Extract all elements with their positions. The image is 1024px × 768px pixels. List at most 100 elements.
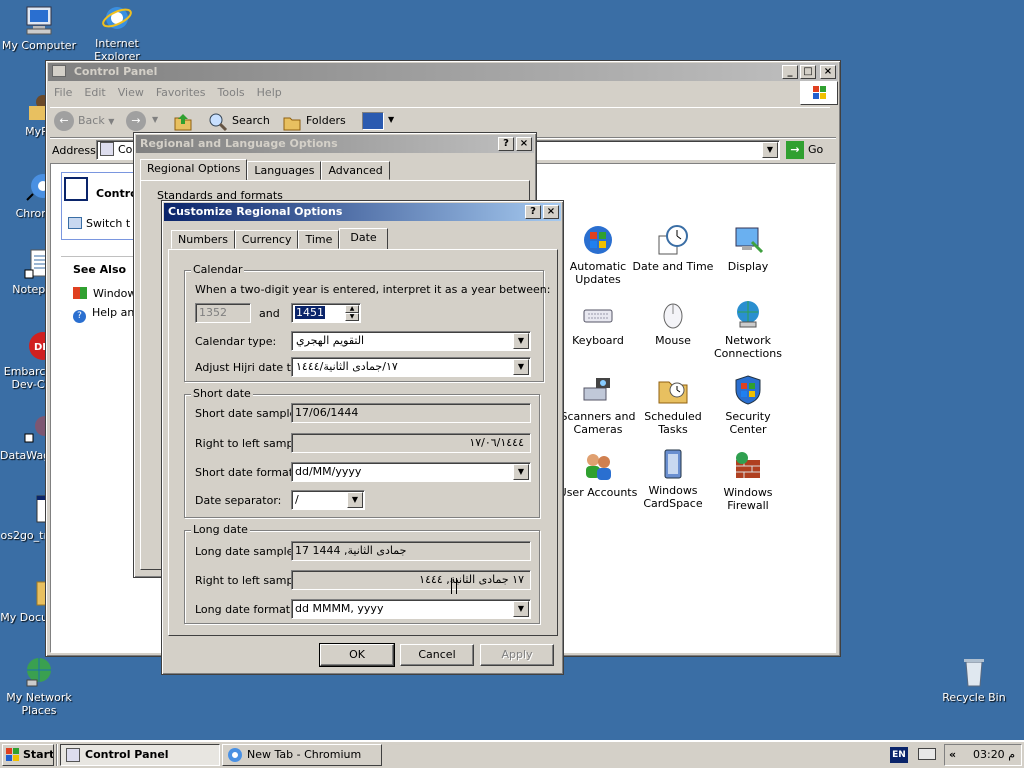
taskbar-control-panel[interactable]: Control Panel [60,744,220,766]
adjust-hijri-dropdown-arrow[interactable]: ▼ [513,359,529,375]
close-button[interactable]: × [543,205,559,219]
cardspace-icon [657,448,689,480]
search-button[interactable]: Search [206,110,270,132]
cp-item-windows-firewall[interactable]: Windows Firewall [706,450,790,512]
up-folder-icon[interactable] [172,110,194,132]
tab-advanced[interactable]: Advanced [321,161,390,180]
customize-dialog-titlebar[interactable]: Customize Regional Options ? × [164,203,561,221]
taskbar-chromium[interactable]: New Tab - Chromium [222,744,382,766]
cp-item-date-and-time[interactable]: Date and Time [631,224,715,273]
long-date-group: Long date Long date sample: 17 جمادى الث… [184,523,540,624]
cancel-button[interactable]: Cancel [400,644,474,666]
calendar-type-label: Calendar type: [195,335,277,348]
menu-tools[interactable]: Tools [212,83,251,102]
long-rtl-sample-field: ١٧ جمادى الثانية, ١٤٤٤ [291,570,531,590]
internet-explorer-icon [101,2,133,34]
windows-flag-icon [6,748,20,765]
go-button[interactable]: → Go [786,140,834,160]
long-date-group-title: Long date [191,523,250,536]
address-dropdown-arrow[interactable]: ▼ [762,142,778,158]
short-date-format-label: Short date format: [195,466,297,479]
desktop-icon-my-computer[interactable]: My Computer [0,4,78,52]
year-from-field: 1352 [195,303,251,323]
long-date-format-select[interactable]: dd MMMM, yyyy ▼ [291,599,531,619]
cp-item-scanners-and-cameras[interactable]: Scanners and Cameras [556,374,640,436]
menu-edit[interactable]: Edit [78,83,111,102]
switch-view-icon [68,217,82,229]
tab-numbers[interactable]: Numbers [171,230,235,249]
help-icon: ? [73,310,86,323]
cp-item-user-accounts[interactable]: User Accounts [556,450,640,499]
spinner-up-button[interactable]: ▲ [345,305,359,313]
views-icon [362,112,384,130]
back-arrow-icon: ← [54,111,74,131]
desktop-icon-my-network-places[interactable]: My Network Places [0,656,78,717]
help-button[interactable]: ? [525,205,541,219]
long-date-format-dropdown-arrow[interactable]: ▼ [513,601,529,617]
tab-regional-options[interactable]: Regional Options [140,159,248,180]
help-button[interactable]: ? [498,137,514,151]
minimize-button[interactable]: _ [782,65,798,79]
adjust-hijri-select[interactable]: ١٧/جمادى الثانية/١٤٤٤ ▼ [291,357,531,377]
tray-expand-chevron-icon[interactable]: « [949,745,956,765]
desktop-icon-label: My Network Places [6,691,72,717]
cp-item-mouse[interactable]: Mouse [631,298,715,347]
tab-languages[interactable]: Languages [247,161,322,180]
see-also-link-windows-update[interactable]: Window [73,287,136,300]
short-date-format-select[interactable]: dd/MM/yyyy ▼ [291,462,531,482]
desktop-icon-recycle-bin[interactable]: Recycle Bin [935,656,1013,704]
calendar-type-select[interactable]: التقويم الهجري ▼ [291,331,531,351]
regional-dialog-title: Regional and Language Options [140,137,338,150]
forward-button[interactable]: → ▼ [126,110,166,132]
regional-dialog-titlebar[interactable]: Regional and Language Options ? × [136,135,534,153]
maximize-button[interactable]: □ [800,65,816,79]
control-panel-small-icon [66,748,80,762]
year-to-spinner[interactable]: 1451 ▲ ▼ [291,303,361,323]
close-button[interactable]: × [516,137,532,151]
cp-item-scheduled-tasks[interactable]: Scheduled Tasks [631,374,715,436]
calendar-type-dropdown-arrow[interactable]: ▼ [513,333,529,349]
menu-help[interactable]: Help [251,83,288,102]
menu-bar: File Edit View Favorites Tools Help [48,83,838,102]
folders-button[interactable]: Folders [280,110,346,132]
adjust-hijri-label: Adjust Hijri date to: [195,361,302,374]
tab-currency[interactable]: Currency [234,230,299,249]
start-button[interactable]: Start [2,744,54,766]
two-digit-year-label: When a two-digit year is entered, interp… [195,283,551,296]
back-button[interactable]: ← Back ▼ [52,110,120,132]
menu-favorites[interactable]: Favorites [150,83,212,102]
customize-regional-dialog: Customize Regional Options ? × Numbers C… [161,200,564,675]
taskbar: Start Control Panel New Tab - Chromium E… [0,740,1024,768]
cp-item-network-connections[interactable]: Network Connections [706,298,790,360]
cp-item-display[interactable]: Display [706,224,790,273]
apply-button[interactable]: Apply [480,644,554,666]
desktop-icon-internet-explorer[interactable]: Internet Explorer [78,2,156,62]
address-label: Address [52,144,96,157]
long-date-sample-field: 17 جمادى الثانية, 1444 [291,541,531,561]
short-date-format-dropdown-arrow[interactable]: ▼ [513,464,529,480]
cp-item-automatic-updates[interactable]: Automatic Updates [556,224,640,286]
date-separator-select[interactable]: / ▼ [291,490,365,510]
views-button[interactable]: ▼ [362,110,396,132]
scheduled-tasks-icon [657,374,689,406]
sidebar-switch-link[interactable]: Switch t [68,217,130,230]
control-panel-title: Control Panel [73,65,158,78]
text-cursor-icon [451,578,457,594]
mouse-icon [657,298,689,330]
cp-item-keyboard[interactable]: Keyboard [556,298,640,347]
language-indicator[interactable]: EN [890,747,908,763]
close-button[interactable]: × [820,65,836,79]
menu-file[interactable]: File [48,83,78,102]
keyboard-tray-icon[interactable] [918,748,936,760]
scanner-camera-icon [582,374,614,406]
cp-item-security-center[interactable]: Security Center [706,374,790,436]
tab-date[interactable]: Date [339,228,388,249]
see-also-link-help[interactable]: ? Help an [73,306,134,323]
ok-button[interactable]: OK [319,643,395,667]
spinner-down-button[interactable]: ▼ [345,313,359,321]
tab-time[interactable]: Time [298,230,340,249]
menu-view[interactable]: View [112,83,150,102]
date-separator-dropdown-arrow[interactable]: ▼ [347,492,363,508]
control-panel-titlebar[interactable]: Control Panel _ □ × [48,63,838,81]
cp-item-windows-cardspace[interactable]: Windows CardSpace [631,448,715,510]
